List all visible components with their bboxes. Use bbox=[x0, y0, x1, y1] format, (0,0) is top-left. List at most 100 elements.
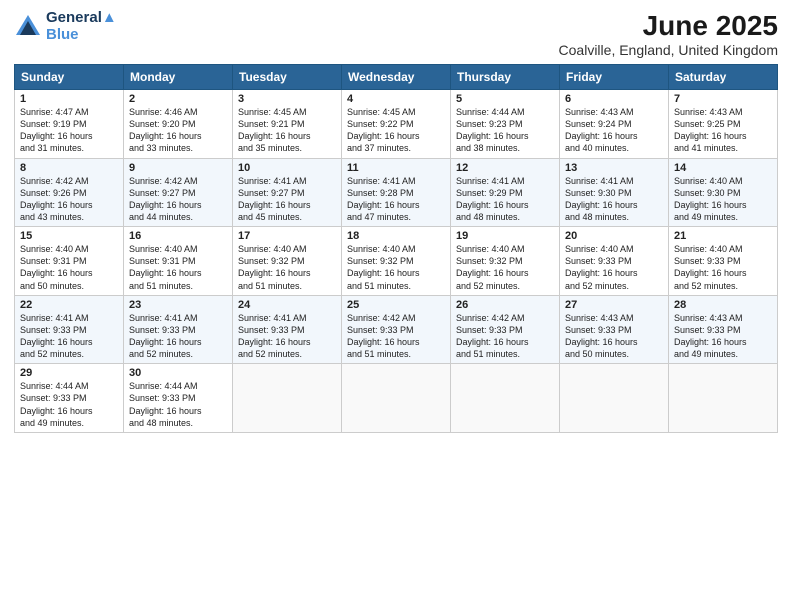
day-number: 5 bbox=[456, 93, 554, 105]
calendar-cell: 16Sunrise: 4:40 AM Sunset: 9:31 PM Dayli… bbox=[124, 227, 233, 296]
calendar-cell: 13Sunrise: 4:41 AM Sunset: 9:30 PM Dayli… bbox=[560, 158, 669, 227]
calendar-cell: 23Sunrise: 4:41 AM Sunset: 9:33 PM Dayli… bbox=[124, 295, 233, 364]
day-info: Sunrise: 4:40 AM Sunset: 9:33 PM Dayligh… bbox=[674, 243, 772, 292]
calendar-cell bbox=[560, 364, 669, 433]
day-number: 11 bbox=[347, 162, 445, 174]
day-number: 1 bbox=[20, 93, 118, 105]
day-info: Sunrise: 4:42 AM Sunset: 9:33 PM Dayligh… bbox=[456, 312, 554, 361]
day-number: 18 bbox=[347, 230, 445, 242]
day-info: Sunrise: 4:43 AM Sunset: 9:33 PM Dayligh… bbox=[565, 312, 663, 361]
calendar-cell: 2Sunrise: 4:46 AM Sunset: 9:20 PM Daylig… bbox=[124, 90, 233, 159]
calendar-week-4: 22Sunrise: 4:41 AM Sunset: 9:33 PM Dayli… bbox=[15, 295, 778, 364]
calendar-week-2: 8Sunrise: 4:42 AM Sunset: 9:26 PM Daylig… bbox=[15, 158, 778, 227]
main-title: June 2025 bbox=[559, 10, 778, 42]
calendar-cell: 25Sunrise: 4:42 AM Sunset: 9:33 PM Dayli… bbox=[342, 295, 451, 364]
day-info: Sunrise: 4:46 AM Sunset: 9:20 PM Dayligh… bbox=[129, 106, 227, 155]
day-info: Sunrise: 4:42 AM Sunset: 9:26 PM Dayligh… bbox=[20, 175, 118, 224]
calendar-cell: 18Sunrise: 4:40 AM Sunset: 9:32 PM Dayli… bbox=[342, 227, 451, 296]
day-number: 20 bbox=[565, 230, 663, 242]
day-info: Sunrise: 4:44 AM Sunset: 9:23 PM Dayligh… bbox=[456, 106, 554, 155]
day-number: 22 bbox=[20, 299, 118, 311]
page: General▲ Blue June 2025 Coalville, Engla… bbox=[0, 0, 792, 612]
day-info: Sunrise: 4:40 AM Sunset: 9:32 PM Dayligh… bbox=[456, 243, 554, 292]
calendar-cell: 4Sunrise: 4:45 AM Sunset: 9:22 PM Daylig… bbox=[342, 90, 451, 159]
calendar-cell: 22Sunrise: 4:41 AM Sunset: 9:33 PM Dayli… bbox=[15, 295, 124, 364]
calendar-cell: 9Sunrise: 4:42 AM Sunset: 9:27 PM Daylig… bbox=[124, 158, 233, 227]
day-number: 27 bbox=[565, 299, 663, 311]
day-info: Sunrise: 4:43 AM Sunset: 9:25 PM Dayligh… bbox=[674, 106, 772, 155]
calendar-cell: 28Sunrise: 4:43 AM Sunset: 9:33 PM Dayli… bbox=[669, 295, 778, 364]
header-saturday: Saturday bbox=[669, 65, 778, 90]
day-number: 8 bbox=[20, 162, 118, 174]
day-info: Sunrise: 4:41 AM Sunset: 9:30 PM Dayligh… bbox=[565, 175, 663, 224]
day-info: Sunrise: 4:47 AM Sunset: 9:19 PM Dayligh… bbox=[20, 106, 118, 155]
subtitle: Coalville, England, United Kingdom bbox=[559, 42, 778, 58]
day-info: Sunrise: 4:43 AM Sunset: 9:24 PM Dayligh… bbox=[565, 106, 663, 155]
day-info: Sunrise: 4:40 AM Sunset: 9:32 PM Dayligh… bbox=[347, 243, 445, 292]
day-info: Sunrise: 4:41 AM Sunset: 9:29 PM Dayligh… bbox=[456, 175, 554, 224]
day-info: Sunrise: 4:41 AM Sunset: 9:27 PM Dayligh… bbox=[238, 175, 336, 224]
calendar-week-1: 1Sunrise: 4:47 AM Sunset: 9:19 PM Daylig… bbox=[15, 90, 778, 159]
day-number: 4 bbox=[347, 93, 445, 105]
header-monday: Monday bbox=[124, 65, 233, 90]
calendar-cell: 8Sunrise: 4:42 AM Sunset: 9:26 PM Daylig… bbox=[15, 158, 124, 227]
logo-icon bbox=[14, 13, 42, 41]
calendar-cell: 14Sunrise: 4:40 AM Sunset: 9:30 PM Dayli… bbox=[669, 158, 778, 227]
calendar-cell: 17Sunrise: 4:40 AM Sunset: 9:32 PM Dayli… bbox=[233, 227, 342, 296]
day-info: Sunrise: 4:40 AM Sunset: 9:32 PM Dayligh… bbox=[238, 243, 336, 292]
day-number: 14 bbox=[674, 162, 772, 174]
day-number: 30 bbox=[129, 367, 227, 379]
day-number: 7 bbox=[674, 93, 772, 105]
calendar-week-5: 29Sunrise: 4:44 AM Sunset: 9:33 PM Dayli… bbox=[15, 364, 778, 433]
day-info: Sunrise: 4:41 AM Sunset: 9:33 PM Dayligh… bbox=[20, 312, 118, 361]
calendar-cell: 20Sunrise: 4:40 AM Sunset: 9:33 PM Dayli… bbox=[560, 227, 669, 296]
day-info: Sunrise: 4:44 AM Sunset: 9:33 PM Dayligh… bbox=[20, 380, 118, 429]
calendar-cell: 27Sunrise: 4:43 AM Sunset: 9:33 PM Dayli… bbox=[560, 295, 669, 364]
calendar-cell bbox=[342, 364, 451, 433]
day-info: Sunrise: 4:41 AM Sunset: 9:33 PM Dayligh… bbox=[129, 312, 227, 361]
day-info: Sunrise: 4:40 AM Sunset: 9:31 PM Dayligh… bbox=[20, 243, 118, 292]
day-info: Sunrise: 4:42 AM Sunset: 9:27 PM Dayligh… bbox=[129, 175, 227, 224]
day-info: Sunrise: 4:41 AM Sunset: 9:28 PM Dayligh… bbox=[347, 175, 445, 224]
day-number: 16 bbox=[129, 230, 227, 242]
calendar-cell: 11Sunrise: 4:41 AM Sunset: 9:28 PM Dayli… bbox=[342, 158, 451, 227]
day-info: Sunrise: 4:45 AM Sunset: 9:21 PM Dayligh… bbox=[238, 106, 336, 155]
header-wednesday: Wednesday bbox=[342, 65, 451, 90]
calendar-week-3: 15Sunrise: 4:40 AM Sunset: 9:31 PM Dayli… bbox=[15, 227, 778, 296]
day-number: 6 bbox=[565, 93, 663, 105]
day-number: 17 bbox=[238, 230, 336, 242]
day-number: 24 bbox=[238, 299, 336, 311]
calendar-cell: 26Sunrise: 4:42 AM Sunset: 9:33 PM Dayli… bbox=[451, 295, 560, 364]
header: General▲ Blue June 2025 Coalville, Engla… bbox=[14, 10, 778, 58]
day-number: 3 bbox=[238, 93, 336, 105]
day-info: Sunrise: 4:44 AM Sunset: 9:33 PM Dayligh… bbox=[129, 380, 227, 429]
day-number: 10 bbox=[238, 162, 336, 174]
day-number: 26 bbox=[456, 299, 554, 311]
header-sunday: Sunday bbox=[15, 65, 124, 90]
header-friday: Friday bbox=[560, 65, 669, 90]
calendar-cell: 10Sunrise: 4:41 AM Sunset: 9:27 PM Dayli… bbox=[233, 158, 342, 227]
calendar-cell: 3Sunrise: 4:45 AM Sunset: 9:21 PM Daylig… bbox=[233, 90, 342, 159]
day-number: 12 bbox=[456, 162, 554, 174]
day-number: 15 bbox=[20, 230, 118, 242]
day-info: Sunrise: 4:45 AM Sunset: 9:22 PM Dayligh… bbox=[347, 106, 445, 155]
day-number: 9 bbox=[129, 162, 227, 174]
header-tuesday: Tuesday bbox=[233, 65, 342, 90]
day-info: Sunrise: 4:43 AM Sunset: 9:33 PM Dayligh… bbox=[674, 312, 772, 361]
header-thursday: Thursday bbox=[451, 65, 560, 90]
calendar-header-row: Sunday Monday Tuesday Wednesday Thursday… bbox=[15, 65, 778, 90]
day-number: 28 bbox=[674, 299, 772, 311]
calendar-cell: 12Sunrise: 4:41 AM Sunset: 9:29 PM Dayli… bbox=[451, 158, 560, 227]
calendar-cell: 7Sunrise: 4:43 AM Sunset: 9:25 PM Daylig… bbox=[669, 90, 778, 159]
day-number: 2 bbox=[129, 93, 227, 105]
day-info: Sunrise: 4:40 AM Sunset: 9:30 PM Dayligh… bbox=[674, 175, 772, 224]
calendar-cell: 15Sunrise: 4:40 AM Sunset: 9:31 PM Dayli… bbox=[15, 227, 124, 296]
calendar-cell: 6Sunrise: 4:43 AM Sunset: 9:24 PM Daylig… bbox=[560, 90, 669, 159]
calendar-cell: 30Sunrise: 4:44 AM Sunset: 9:33 PM Dayli… bbox=[124, 364, 233, 433]
calendar-cell bbox=[669, 364, 778, 433]
calendar-cell: 21Sunrise: 4:40 AM Sunset: 9:33 PM Dayli… bbox=[669, 227, 778, 296]
calendar-cell: 29Sunrise: 4:44 AM Sunset: 9:33 PM Dayli… bbox=[15, 364, 124, 433]
day-number: 25 bbox=[347, 299, 445, 311]
calendar-table: Sunday Monday Tuesday Wednesday Thursday… bbox=[14, 64, 778, 433]
day-info: Sunrise: 4:40 AM Sunset: 9:31 PM Dayligh… bbox=[129, 243, 227, 292]
